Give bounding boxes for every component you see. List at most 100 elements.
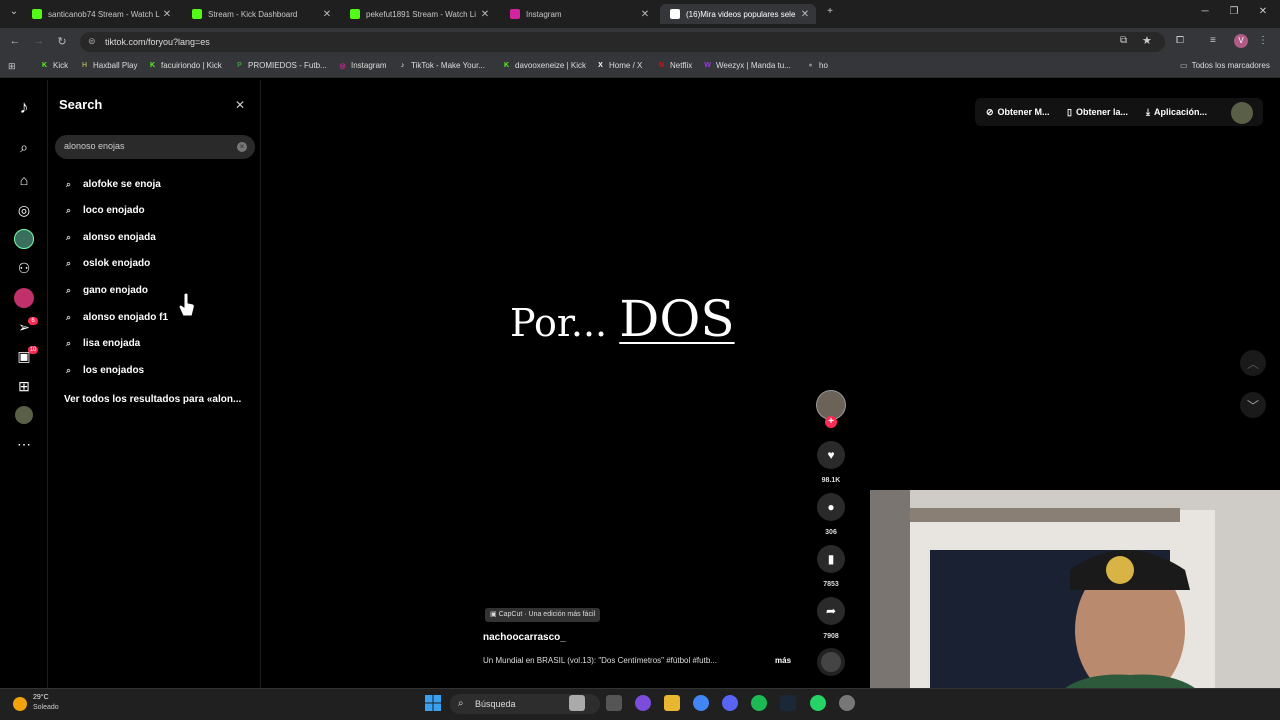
tab-search-icon[interactable]: ⌄ <box>4 6 24 17</box>
profile-avatar-icon[interactable]: V <box>1234 34 1248 48</box>
search-suggestion[interactable]: ⌕ lisa enojada <box>66 335 140 353</box>
like-heart-icon[interactable]: ♥ <box>817 441 845 469</box>
search-suggestion[interactable]: ⌕ loco enojado <box>66 202 145 220</box>
address-bar[interactable] <box>80 32 1165 52</box>
share-icon[interactable]: ➦ <box>817 597 845 625</box>
home-icon[interactable]: ⌂ <box>14 170 34 190</box>
site-info-icon[interactable]: ⊜ <box>88 36 96 47</box>
get-app-button[interactable]: ▯ Obtener la... <box>1067 101 1128 123</box>
close-tab-icon[interactable]: ✕ <box>798 9 812 20</box>
extensions-icon[interactable]: ⧠ <box>1176 35 1184 46</box>
following-avatar-icon[interactable] <box>14 229 34 249</box>
search-suggestion[interactable]: ⌕ los enojados <box>66 361 144 379</box>
bookmark-icon[interactable]: ▮ <box>817 545 845 573</box>
apps-grid-icon[interactable]: ⊞ <box>8 61 16 72</box>
video-author[interactable]: nachoocarrasco_ <box>483 632 566 643</box>
caption-more-link[interactable]: más <box>775 656 791 665</box>
get-coins-button[interactable]: ⊘ Obtener M... <box>986 101 1050 123</box>
previous-video-icon[interactable]: ︿ <box>1240 350 1266 376</box>
maximize-icon[interactable]: ❐ <box>1224 6 1244 17</box>
close-tab-icon[interactable]: ✕ <box>320 9 334 20</box>
bookmark-favicon-icon: H <box>81 62 88 69</box>
search-icon[interactable]: ⌕ <box>14 137 34 157</box>
search-input[interactable] <box>64 141 224 151</box>
follow-plus-icon[interactable]: + <box>825 416 837 428</box>
copilot-badge-icon[interactable] <box>569 695 585 711</box>
windows-start-icon[interactable] <box>425 695 441 711</box>
chrome-icon[interactable] <box>693 695 709 711</box>
bookmark-item[interactable]: ♪ TikTok - Make Your... <box>398 61 485 70</box>
upload-icon[interactable]: ⊞ <box>14 376 34 396</box>
app-tray-icon[interactable] <box>839 695 855 711</box>
tab-title: Instagram <box>526 9 562 19</box>
bookmark-item[interactable]: Kdavooxeneize | Kick <box>502 61 586 70</box>
search-suggestion[interactable]: ⌕ oslok enojado <box>66 255 150 273</box>
video-player[interactable] <box>475 90 805 688</box>
friends-icon[interactable]: ⚇ <box>14 258 34 278</box>
close-search-icon[interactable]: ✕ <box>233 98 247 112</box>
search-suggestion[interactable]: ⌕ gano enojado <box>66 281 148 299</box>
bookmark-label: Netflix <box>670 61 693 70</box>
url-text[interactable]: tiktok.com/foryou?lang=es <box>105 37 210 47</box>
bookmark-label: Home / X <box>609 61 643 70</box>
bookmark-item[interactable]: X Home / X <box>596 61 642 70</box>
capcut-anchor[interactable]: ▣ CapCut · Una edición más fácil <box>485 608 601 622</box>
desktop-app-button[interactable]: ⤓ Aplicación... <box>1146 101 1207 123</box>
search-panel-title: Search <box>59 97 103 112</box>
user-profile-avatar[interactable] <box>1231 102 1253 124</box>
profile-icon[interactable] <box>15 406 33 424</box>
live-icon[interactable] <box>14 288 34 308</box>
bookmark-favicon-icon: K <box>149 62 156 69</box>
reload-icon[interactable]: ↻ <box>54 35 70 48</box>
search-suggestion[interactable]: ⌕ alonso enojada <box>66 228 156 246</box>
forward-icon[interactable]: → <box>31 35 47 47</box>
close-tab-icon[interactable]: ✕ <box>160 9 174 20</box>
back-icon[interactable]: ← <box>7 35 23 47</box>
music-disc-icon[interactable] <box>817 648 845 676</box>
task-view-icon[interactable] <box>606 695 622 711</box>
tab-title: Stream - Kick Dashboard <box>208 9 298 19</box>
new-tab-button[interactable]: + <box>820 6 840 17</box>
file-explorer-icon[interactable] <box>664 695 680 711</box>
browser-tab[interactable]: Stream - Kick Dashboard ✕ <box>182 4 338 24</box>
close-window-icon[interactable]: ✕ <box>1253 6 1273 17</box>
suggestion-text: alonso enojado f1 <box>83 311 169 323</box>
bookmark-item[interactable]: P PROMIEDOS - Futb... <box>235 61 327 70</box>
more-icon[interactable]: ⋯ <box>14 434 34 454</box>
search-suggestion[interactable]: ⌕ alofoke se enoja <box>66 175 161 193</box>
weather-sun-icon[interactable] <box>13 697 27 711</box>
comment-icon[interactable]: ● <box>817 493 845 521</box>
suggestion-search-icon: ⌕ <box>66 178 72 189</box>
bookmark-item[interactable]: W Weezyx | Manda tu... <box>703 61 791 70</box>
search-suggestion[interactable]: ⌕ alonso enojado f1 <box>66 308 168 326</box>
clear-search-icon[interactable]: × <box>237 142 247 152</box>
bookmark-item[interactable]: N Netflix <box>657 61 692 70</box>
tiktok-logo-icon[interactable]: ♪ <box>14 97 34 117</box>
view-all-results-link[interactable]: Ver todos los resultados para «alon... <box>64 394 241 405</box>
spotify-icon[interactable] <box>751 695 767 711</box>
browser-tab[interactable]: Instagram ✕ <box>500 4 656 24</box>
whatsapp-icon[interactable] <box>810 695 826 711</box>
media-controls-icon[interactable]: ≡ <box>1210 35 1216 46</box>
chrome-menu-icon[interactable]: ⋮ <box>1258 35 1268 46</box>
bookmark-star-icon[interactable]: ★ <box>1142 34 1152 47</box>
explore-icon[interactable]: ◎ <box>14 200 34 220</box>
close-tab-icon[interactable]: ✕ <box>638 9 652 20</box>
install-app-icon[interactable]: ⧉ <box>1120 35 1127 46</box>
browser-tab[interactable]: (16)Mira videos populares sele ✕ <box>660 4 816 24</box>
phone-icon: ▯ <box>1067 106 1072 117</box>
bookmark-item[interactable]: K Kick <box>40 61 68 70</box>
copilot-icon[interactable] <box>635 695 651 711</box>
browser-tab[interactable]: santicanob74 Stream - Watch L ✕ <box>22 4 178 24</box>
close-tab-icon[interactable]: ✕ <box>478 9 492 20</box>
minimize-icon[interactable]: ─ <box>1195 6 1215 17</box>
next-video-icon[interactable]: ﹀ <box>1240 392 1266 418</box>
bookmark-item[interactable]: ● ho <box>806 61 828 70</box>
browser-tab[interactable]: pekefut1891 Stream - Watch Li ✕ <box>340 4 496 24</box>
all-bookmarks-folder[interactable]: ▭ Todos los marcadores <box>1180 61 1270 70</box>
bookmark-item[interactable]: H Haxball Play <box>80 61 138 70</box>
bookmark-item[interactable]: ◎ Instagram <box>338 61 386 70</box>
steam-icon[interactable] <box>780 695 796 711</box>
bookmark-item[interactable]: Kfacuiriondo | Kick <box>148 61 222 70</box>
discord-icon[interactable] <box>722 695 738 711</box>
